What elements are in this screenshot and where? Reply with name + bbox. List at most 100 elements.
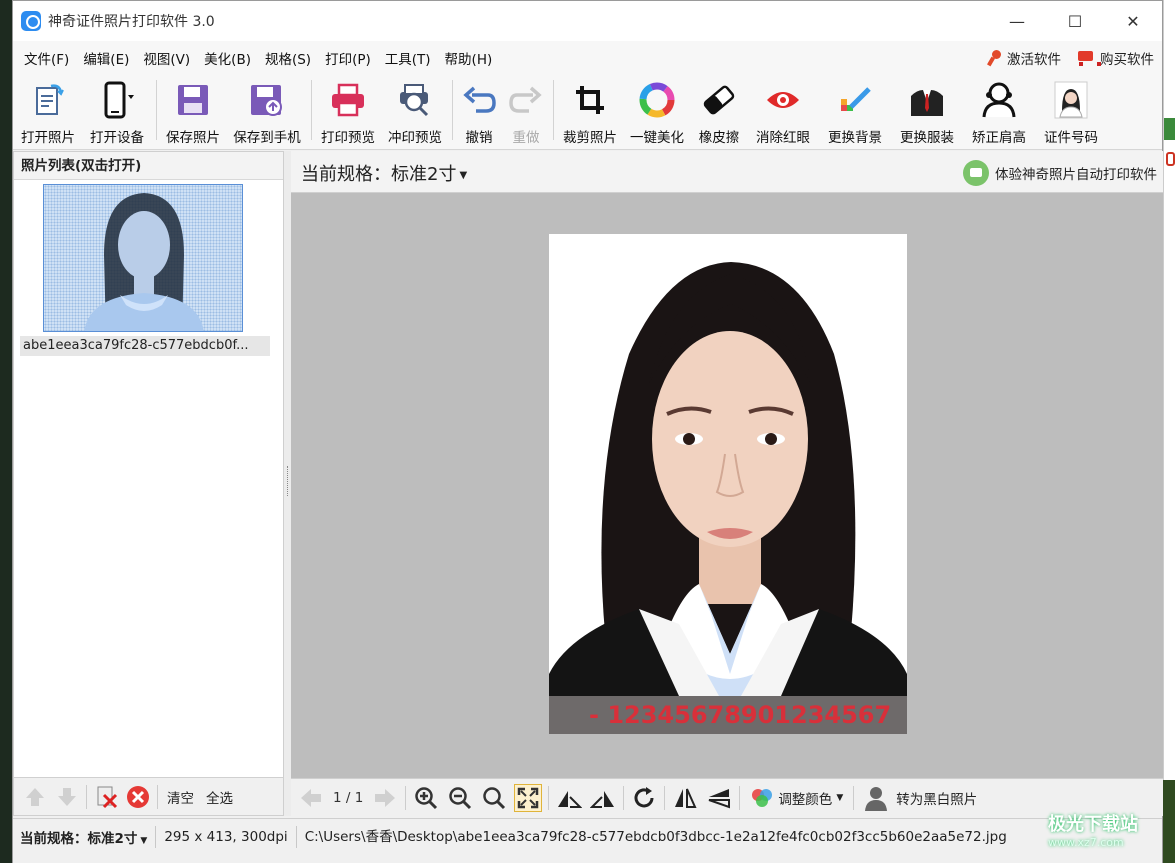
printer-icon — [328, 80, 368, 120]
spec-selector[interactable]: 当前规格：标准2寸 ▼ — [301, 160, 467, 186]
clear-button[interactable]: 清空 — [164, 787, 197, 807]
minimize-button[interactable]: — — [988, 1, 1046, 41]
remove-red-eye-label: 消除红眼 — [756, 130, 810, 146]
person-outline-icon — [979, 80, 1019, 120]
save-to-phone-icon — [247, 80, 287, 120]
id-photo-preview[interactable]: - 12345678901234567 8 — [549, 234, 907, 734]
desktop-right-decor — [1164, 118, 1175, 140]
menu-file[interactable]: 文件(F) — [17, 48, 76, 68]
select-all-button[interactable]: 全选 — [203, 787, 236, 807]
magnifier-printer-icon — [395, 80, 435, 120]
undo-icon — [459, 80, 499, 120]
menu-help[interactable]: 帮助(H) — [438, 48, 500, 68]
person-icon — [865, 786, 888, 811]
zoom-in-button[interactable] — [412, 784, 440, 812]
photo-list-panel: 照片列表(双击打开) abe1eea3ca79fc28-c577ebdcb0f.… — [13, 151, 284, 816]
develop-preview-button[interactable]: 冲印预览 — [381, 74, 449, 146]
spec-value: 标准2寸 — [391, 164, 457, 185]
auto-beautify-button[interactable]: 一键美化 — [623, 74, 691, 146]
photo-list-footer: 清空 全选 — [14, 777, 283, 815]
open-device-button[interactable]: 打开设备 — [81, 74, 153, 146]
magnifier-icon — [483, 786, 506, 809]
buy-button[interactable]: 购买软件 — [1075, 48, 1154, 68]
photo-filename[interactable]: abe1eea3ca79fc28-c577ebdcb0f... — [20, 336, 270, 356]
zoom-out-icon — [449, 786, 472, 809]
crop-icon — [570, 80, 610, 120]
refresh-icon — [634, 786, 654, 807]
panel-splitter[interactable] — [284, 151, 291, 816]
activate-button[interactable]: 激活软件 — [986, 48, 1061, 68]
site-watermark: 极光下载站 www.xz7.com — [1048, 810, 1138, 849]
menu-view[interactable]: 视图(V) — [136, 48, 197, 68]
preview-panel: 当前规格：标准2寸 ▼ 体验神奇照片自动打印软件 - 1234567890123… — [291, 151, 1163, 816]
flip-vertical-button[interactable] — [705, 784, 733, 812]
rgb-circles-icon — [752, 788, 773, 807]
correct-shoulder-button[interactable]: 矫正肩高 — [963, 74, 1035, 146]
fit-window-button[interactable] — [514, 783, 543, 812]
open-device-label: 打开设备 — [90, 130, 144, 146]
promo-text: 体验神奇照片自动打印软件 — [995, 167, 1157, 183]
rotate-left-button[interactable] — [555, 784, 583, 812]
app-window: 神奇证件照片打印软件 3.0 — ☐ ✕ 文件(F) 编辑(E) 视图(V) 美… — [12, 0, 1163, 863]
zoom-out-button[interactable] — [446, 784, 474, 812]
prev-page-button[interactable] — [297, 784, 325, 812]
redo-button[interactable]: 重做 — [502, 74, 550, 146]
move-down-button[interactable] — [54, 784, 80, 810]
adjust-color-button[interactable]: 调整颜色 ▼ — [746, 784, 847, 812]
refresh-button[interactable] — [630, 784, 658, 812]
to-black-white-button[interactable]: 转为黑白照片 — [860, 784, 981, 812]
crop-button[interactable]: 裁剪照片 — [557, 74, 623, 146]
toolbar-separator — [452, 80, 453, 140]
menu-tools[interactable]: 工具(T) — [378, 48, 438, 68]
maximize-button[interactable]: ☐ — [1046, 1, 1104, 41]
undo-button[interactable]: 撤销 — [456, 74, 502, 146]
footer-separator — [623, 785, 625, 810]
desktop-right-decor — [1166, 152, 1175, 166]
promo-link[interactable]: 体验神奇照片自动打印软件 — [963, 160, 1157, 186]
status-file-path: C:\Users\香香\Desktop\abe1eea3ca79fc28-c57… — [295, 825, 1015, 848]
save-to-phone-button[interactable]: 保存到手机 — [226, 74, 308, 146]
eraser-button[interactable]: 橡皮擦 — [691, 74, 747, 146]
adjust-color-label: 调整颜色 — [778, 791, 833, 808]
close-button[interactable]: ✕ — [1104, 1, 1162, 41]
footer-separator — [739, 785, 741, 810]
save-photo-label: 保存照片 — [166, 130, 220, 146]
menu-edit[interactable]: 编辑(E) — [76, 48, 136, 68]
footer-separator — [86, 784, 87, 809]
move-up-button[interactable] — [22, 784, 48, 810]
watermark-sub: www.xz7.com — [1048, 836, 1124, 849]
photo-thumbnail[interactable] — [43, 184, 243, 332]
rotate-right-button[interactable] — [589, 784, 617, 812]
eraser-icon — [699, 80, 739, 120]
next-page-button[interactable] — [371, 784, 399, 812]
eye-icon — [763, 80, 803, 120]
id-number-button[interactable]: 证件号码 — [1035, 74, 1107, 146]
menu-print[interactable]: 打印(P) — [318, 48, 378, 68]
menu-spec[interactable]: 规格(S) — [258, 48, 318, 68]
toolbar-separator — [311, 80, 312, 140]
change-outfit-label: 更换服装 — [900, 130, 954, 146]
footer-separator — [405, 785, 407, 810]
footer-separator — [157, 784, 158, 809]
status-spec-selector[interactable]: 当前规格：标准2寸 ▼ — [13, 827, 147, 847]
toolbar: 打开照片 打开设备 保存照片 保存到手机 打印预览 冲印预览 撤销 重做 裁剪照… — [13, 74, 1162, 150]
menu-beautify[interactable]: 美化(B) — [197, 48, 258, 68]
change-background-button[interactable]: 更换背景 — [819, 74, 891, 146]
delete-button[interactable] — [125, 784, 151, 810]
id-photo-icon — [1051, 80, 1091, 120]
actual-size-button[interactable] — [480, 784, 508, 812]
print-preview-button[interactable]: 打印预览 — [315, 74, 381, 146]
develop-preview-label: 冲印预览 — [388, 130, 442, 146]
flip-horizontal-button[interactable] — [671, 784, 699, 812]
footer-separator — [853, 785, 855, 810]
dropdown-caret-icon: ▼ — [459, 169, 468, 181]
open-photo-button[interactable]: 打开照片 — [15, 74, 81, 146]
dropdown-caret-icon: ▼ — [140, 835, 148, 846]
remove-red-eye-button[interactable]: 消除红眼 — [747, 74, 819, 146]
remove-file-button[interactable] — [93, 784, 119, 810]
change-outfit-button[interactable]: 更换服装 — [891, 74, 963, 146]
save-photo-button[interactable]: 保存照片 — [160, 74, 226, 146]
auto-beautify-label: 一键美化 — [630, 130, 684, 146]
delete-file-icon — [97, 786, 118, 808]
window-title: 神奇证件照片打印软件 3.0 — [48, 14, 215, 30]
